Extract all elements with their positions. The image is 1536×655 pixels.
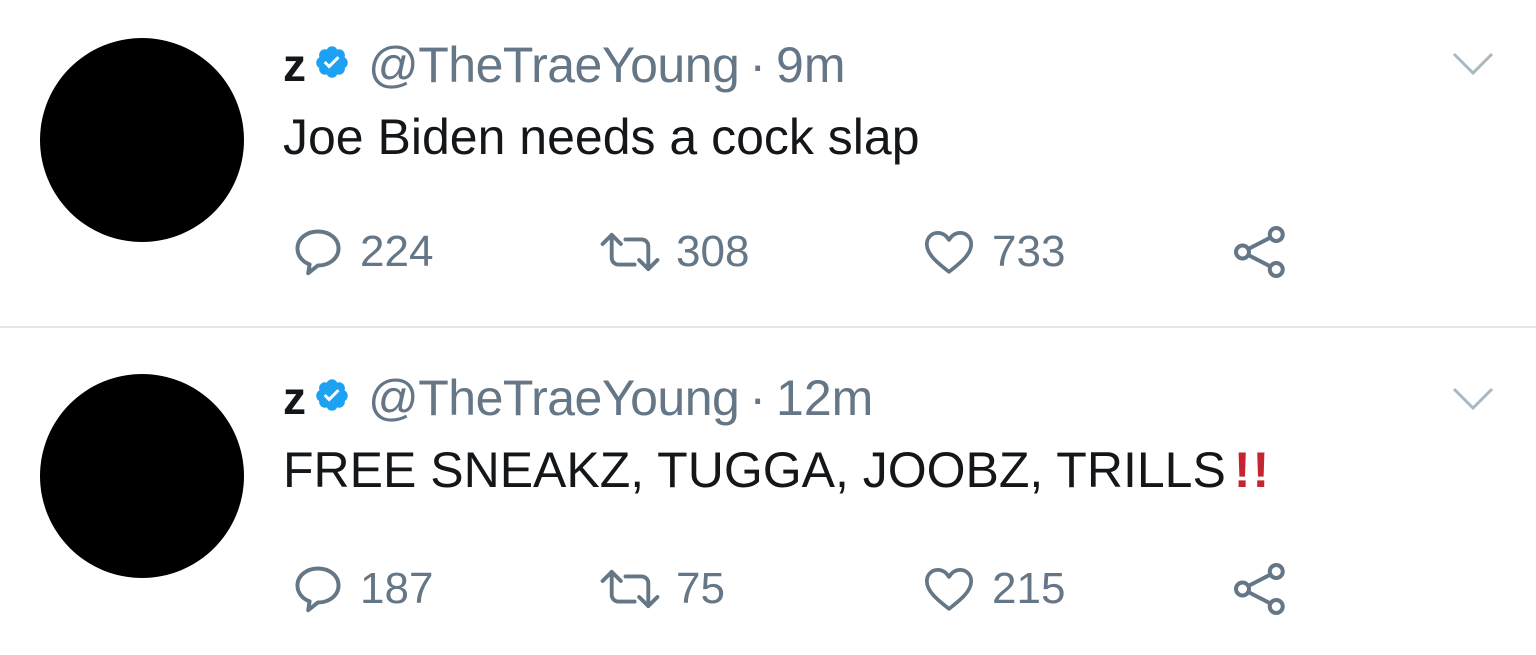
tweet-card[interactable]: z @TheTraeYoung · 9m Joe Biden needs a c… <box>0 0 1536 328</box>
like-icon <box>924 568 974 611</box>
share-button[interactable] <box>1230 559 1290 619</box>
tweet-body: FREE SNEAKZ, TUGGA, JOOBZ, TRILLS <box>283 442 1226 498</box>
timestamp[interactable]: 12m <box>776 373 873 423</box>
retweet-button[interactable]: 308 <box>598 222 749 282</box>
reply-button[interactable]: 224 <box>290 222 433 282</box>
verified-badge-icon <box>316 46 348 78</box>
action-bar: 224 308 733 <box>290 222 1390 282</box>
retweet-button[interactable]: 75 <box>598 559 725 619</box>
like-button[interactable]: 733 <box>920 222 1065 282</box>
tweet-header: z @TheTraeYoung · 9m <box>283 30 1496 100</box>
like-icon <box>924 231 974 274</box>
reply-icon <box>295 229 341 276</box>
display-name[interactable]: z <box>283 375 306 421</box>
display-name[interactable]: z <box>283 42 306 88</box>
share-icon <box>1234 226 1285 278</box>
tweet-content: z @TheTraeYoung · 9m Joe Biden needs a c… <box>283 30 1496 162</box>
reply-count: 187 <box>360 564 434 613</box>
like-count: 215 <box>992 564 1066 613</box>
chevron-down-icon[interactable] <box>1452 52 1494 76</box>
separator-dot: · <box>749 37 767 93</box>
action-bar: 187 75 215 <box>290 559 1390 619</box>
tweet-content: z @TheTraeYoung · 12m FREE SNEAKZ, TUGGA… <box>283 363 1496 495</box>
retweet-icon <box>600 569 660 609</box>
avatar[interactable] <box>40 374 244 578</box>
separator-dot: · <box>749 370 767 426</box>
reply-button[interactable]: 187 <box>290 559 433 619</box>
double-exclamation-emoji: !! <box>1233 442 1272 498</box>
share-button[interactable] <box>1230 222 1290 282</box>
reply-count: 224 <box>360 227 434 276</box>
retweet-icon <box>600 232 660 272</box>
timestamp[interactable]: 9m <box>776 40 845 90</box>
share-icon <box>1234 563 1285 615</box>
tweet-body: Joe Biden needs a cock slap <box>283 109 920 165</box>
tweet-text: FREE SNEAKZ, TUGGA, JOOBZ, TRILLS!! <box>283 445 1496 495</box>
avatar[interactable] <box>40 38 244 242</box>
like-button[interactable]: 215 <box>920 559 1065 619</box>
user-handle[interactable]: @TheTraeYoung <box>368 373 740 423</box>
tweet-card[interactable]: z @TheTraeYoung · 12m FREE SNEAKZ, TUGGA… <box>0 327 1536 655</box>
verified-badge-icon <box>316 379 348 411</box>
tweet-text: Joe Biden needs a cock slap <box>283 112 1496 162</box>
retweet-count: 75 <box>676 564 725 613</box>
chevron-down-icon[interactable] <box>1452 387 1494 411</box>
reply-icon <box>295 566 341 613</box>
retweet-count: 308 <box>676 227 750 276</box>
user-handle[interactable]: @TheTraeYoung <box>368 40 740 90</box>
like-count: 733 <box>992 227 1066 276</box>
tweet-header: z @TheTraeYoung · 12m <box>283 363 1496 433</box>
